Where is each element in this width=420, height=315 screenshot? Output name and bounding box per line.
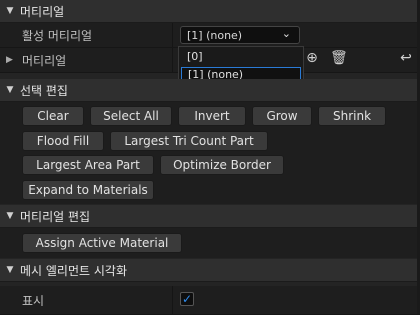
show-row: 표시 ✓ — [0, 286, 420, 315]
materials-label: 머티리얼 — [22, 53, 67, 68]
reset-arrow-icon[interactable]: ↩ — [398, 50, 414, 66]
flood-fill-button[interactable]: Flood Fill — [22, 131, 104, 151]
material-option[interactable]: [0] WorldGridMaterial — [181, 49, 301, 79]
column-divider[interactable] — [172, 23, 173, 47]
collapse-triangle-icon[interactable]: ▼ — [0, 6, 20, 16]
column-divider[interactable] — [172, 286, 173, 314]
collapse-triangle-icon[interactable]: ▼ — [0, 265, 20, 275]
section-title: 메시 엘리먼트 시각화 — [20, 263, 127, 278]
section-title: 선택 편집 — [20, 83, 68, 98]
expand-to-materials-button[interactable]: Expand to Materials — [22, 180, 154, 200]
shrink-button[interactable]: Shrink — [318, 106, 386, 126]
section-title: 머티리얼 편집 — [20, 209, 91, 224]
select-all-button[interactable]: Select All — [90, 106, 172, 126]
active-material-label: 활성 머티리얼 — [22, 28, 93, 43]
mesh-visualization-section-header[interactable]: ▼ 메시 엘리먼트 시각화 — [0, 259, 420, 282]
material-edit-area: Assign Active Material — [0, 228, 420, 258]
trash-icon[interactable]: 🗑 — [330, 50, 348, 66]
active-material-dropdown[interactable]: [1] (none) ⌄ — [180, 26, 300, 44]
optimize-border-button[interactable]: Optimize Border — [160, 155, 284, 175]
active-material-row: 활성 머티리얼 [1] (none) ⌄ — [0, 23, 420, 48]
plus-circle-icon[interactable]: ⊕ — [304, 50, 320, 66]
material-section-header[interactable]: ▼ 머티리얼 — [0, 0, 420, 23]
largest-tri-count-part-button[interactable]: Largest Tri Count Part — [110, 131, 268, 151]
invert-button[interactable]: Invert — [178, 106, 246, 126]
grow-button[interactable]: Grow — [252, 106, 312, 126]
assign-active-material-button[interactable]: Assign Active Material — [22, 233, 182, 253]
chevron-down-icon: ⌄ — [281, 27, 291, 40]
largest-area-part-button[interactable]: Largest Area Part — [22, 155, 154, 175]
collapse-triangle-icon[interactable]: ▼ — [0, 85, 20, 95]
show-label: 표시 — [22, 293, 45, 308]
clear-button[interactable]: Clear — [22, 106, 84, 126]
section-title: 머티리얼 — [20, 4, 65, 19]
material-edit-section-header[interactable]: ▼ 머티리얼 편집 — [0, 205, 420, 228]
column-divider[interactable] — [172, 48, 173, 72]
show-checkbox[interactable]: ✓ — [180, 292, 194, 306]
expand-triangle-icon[interactable]: ▶ — [6, 55, 13, 65]
checkmark-icon: ✓ — [181, 292, 193, 306]
selection-edit-section-header[interactable]: ▼ 선택 편집 — [0, 79, 420, 102]
selection-buttons-area: Clear Select All Invert Grow Shrink Floo… — [0, 102, 420, 204]
collapse-triangle-icon[interactable]: ▼ — [0, 211, 20, 221]
dropdown-value: [1] (none) — [187, 28, 243, 42]
